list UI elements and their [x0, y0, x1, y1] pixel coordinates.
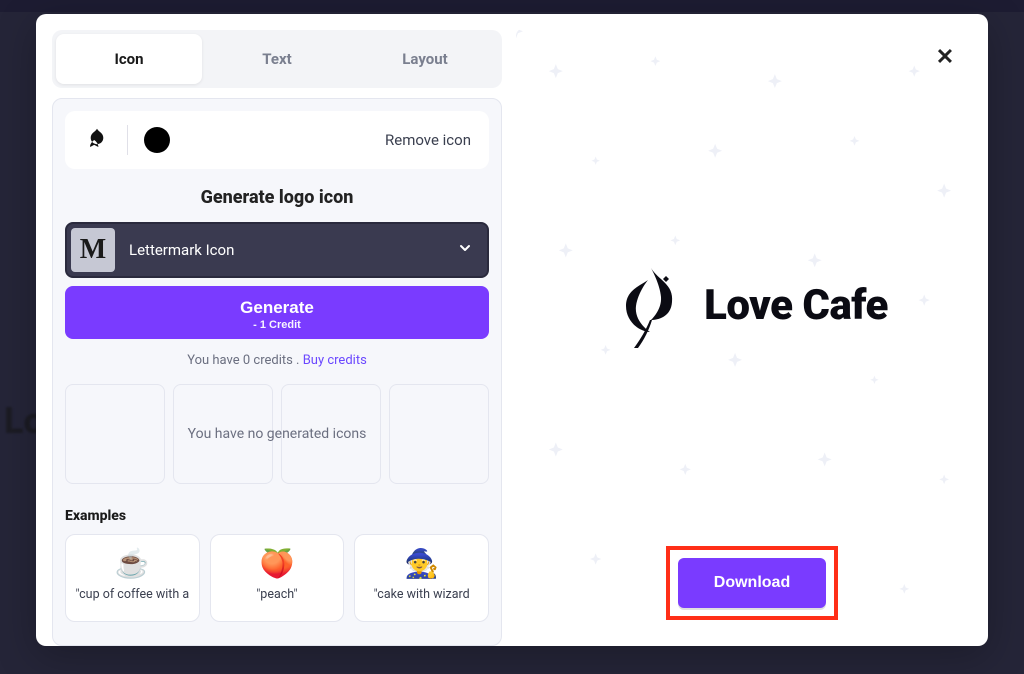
tab-label: Text: [262, 50, 291, 68]
example-card[interactable]: ☕ "cup of coffee with a: [65, 534, 200, 622]
generate-button-label: Generate: [65, 298, 489, 318]
leaf-icon: [616, 260, 686, 350]
examples-grid: ☕ "cup of coffee with a 🍑 "peach" 🧙 "cak…: [65, 534, 489, 622]
example-caption: "cup of coffee with a: [72, 587, 193, 603]
preview-panel: Love Cafe Download: [516, 14, 988, 646]
tab-icon[interactable]: Icon: [56, 34, 202, 84]
example-card[interactable]: 🍑 "peach": [210, 534, 345, 622]
generate-button-sublabel: - 1 Credit: [65, 319, 489, 331]
logo-editor-modal: ✕ Icon Text Layout Remove icon: [36, 14, 988, 646]
lettermark-letter: M: [80, 234, 106, 266]
remove-icon-link[interactable]: Remove icon: [385, 131, 471, 149]
chevron-down-icon: [457, 240, 473, 260]
generate-button[interactable]: Generate - 1 Credit: [65, 286, 489, 339]
tab-label: Icon: [114, 50, 143, 68]
tab-layout[interactable]: Layout: [352, 34, 498, 84]
download-button-label: Download: [714, 574, 790, 591]
download-button[interactable]: Download: [678, 558, 826, 608]
download-highlight-box: Download: [666, 546, 838, 620]
example-card[interactable]: 🧙 "cake with wizard: [354, 534, 489, 622]
tab-label: Layout: [402, 50, 447, 68]
tab-bar: Icon Text Layout: [52, 30, 502, 88]
icon-panel: Remove icon Generate logo icon M Letterm…: [52, 98, 502, 646]
credits-text: You have 0 credits .: [187, 353, 303, 368]
buy-credits-link[interactable]: Buy credits: [303, 353, 367, 368]
icon-color-swatch[interactable]: [144, 127, 170, 153]
examples-heading: Examples: [65, 508, 489, 524]
generate-section-title: Generate logo icon: [65, 187, 489, 208]
generated-slot: [389, 384, 489, 484]
example-caption: "peach": [217, 587, 338, 603]
generated-icons-grid: You have no generated icons: [65, 384, 489, 484]
divider: [127, 125, 128, 155]
left-panel: Icon Text Layout Remove icon Generate lo…: [36, 14, 516, 646]
generated-slot: [173, 384, 273, 484]
tab-text[interactable]: Text: [204, 34, 350, 84]
icon-style-dropdown[interactable]: M Lettermark Icon: [65, 222, 489, 278]
brand-name-text: Love Cafe: [704, 281, 888, 330]
example-caption: "cake with wizard: [361, 587, 482, 603]
credits-line: You have 0 credits . Buy credits: [65, 353, 489, 368]
current-icon-row: Remove icon: [65, 111, 489, 169]
generated-slot: [65, 384, 165, 484]
current-logo-icon[interactable]: [83, 126, 111, 154]
wizard-icon: 🧙: [361, 545, 482, 581]
coffee-cup-icon: ☕: [72, 545, 193, 581]
dropdown-label: Lettermark Icon: [129, 241, 443, 259]
lettermark-badge: M: [71, 228, 115, 272]
logo-preview: Love Cafe: [616, 260, 888, 350]
generated-slot: [281, 384, 381, 484]
peach-icon: 🍑: [217, 545, 338, 581]
